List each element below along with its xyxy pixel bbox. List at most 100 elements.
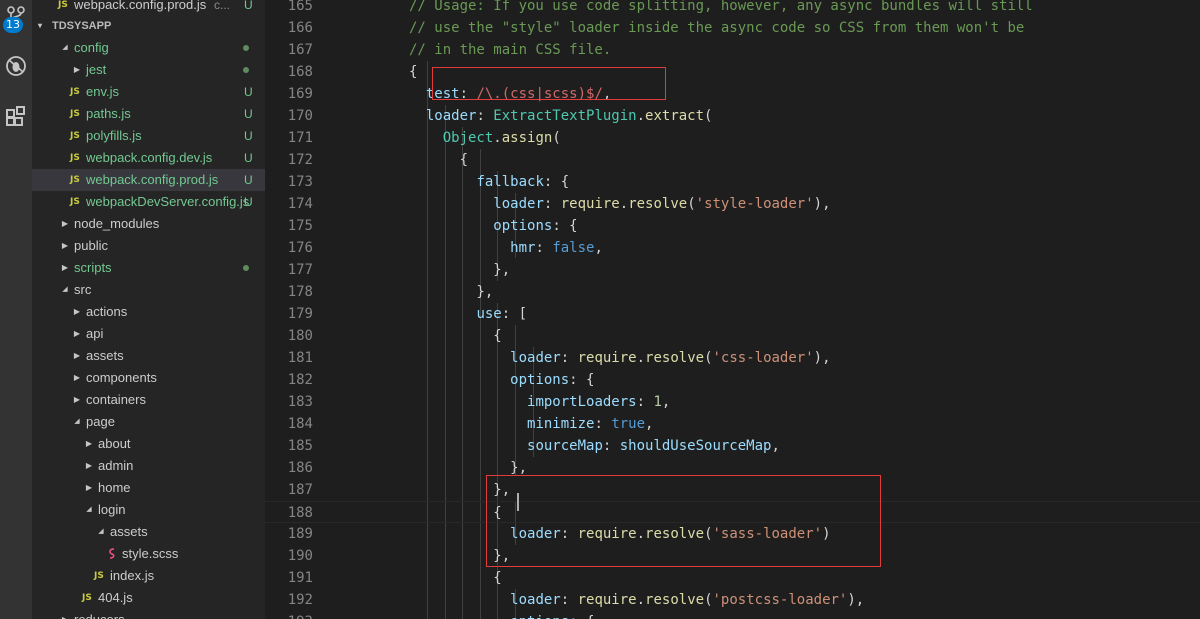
tree-item[interactable]: ◢ page xyxy=(32,411,265,433)
code-line[interactable]: 174 loader: require.resolve('style-loade… xyxy=(265,193,1200,215)
line-number: 190 xyxy=(287,548,313,564)
tree-item[interactable]: JS webpackDevServer.config.js U xyxy=(32,191,265,213)
tree-item[interactable]: ▶ home xyxy=(32,477,265,499)
tree-item[interactable]: ◢ login xyxy=(32,499,265,521)
javascript-file-icon: JS xyxy=(94,571,104,581)
code-line[interactable]: 192 loader: require.resolve('postcss-loa… xyxy=(265,589,1200,611)
tree-item[interactable]: ▶ assets xyxy=(32,345,265,367)
line-number: 178 xyxy=(287,284,313,300)
git-status-badge: U xyxy=(244,173,253,187)
code-text: // Usage: If you use code splitting, how… xyxy=(409,0,1033,17)
code-line[interactable]: 172 { xyxy=(265,149,1200,171)
tree-item[interactable]: ◢ assets xyxy=(32,521,265,543)
chevron-down-icon: ◢ xyxy=(62,44,68,51)
code-line[interactable]: 180 { xyxy=(265,325,1200,347)
code-token: : xyxy=(636,394,654,410)
chevron-down-icon: ◢ xyxy=(86,506,92,513)
line-number: 173 xyxy=(287,174,313,190)
debug-icon[interactable] xyxy=(0,50,32,82)
code-line[interactable]: 179 use: [ xyxy=(265,303,1200,325)
line-number: 172 xyxy=(287,152,313,168)
code-line[interactable]: 173 fallback: { xyxy=(265,171,1200,193)
line-number: 191 xyxy=(287,570,313,586)
tree-item[interactable]: JS webpack.config.prod.js c... U xyxy=(32,0,265,16)
tree-item-label: style.scss xyxy=(122,546,179,561)
code-line[interactable]: 181 loader: require.resolve('css-loader'… xyxy=(265,347,1200,369)
code-line[interactable]: 170 loader: ExtractTextPlugin.extract( xyxy=(265,105,1200,127)
code-line[interactable]: 191 { xyxy=(265,567,1200,589)
code-token: { xyxy=(409,570,502,586)
code-line[interactable]: 169 test: /\.(css|scss)$/, xyxy=(265,83,1200,105)
modified-dot-icon xyxy=(243,265,249,271)
tree-item[interactable]: ▶ containers xyxy=(32,389,265,411)
code-line[interactable]: 182 options: { xyxy=(265,369,1200,391)
tree-item[interactable]: ▶ about xyxy=(32,433,265,455)
code-line[interactable]: 166 // use the "style" loader inside the … xyxy=(265,17,1200,39)
explorer-section-header[interactable]: ▾ TDSYSAPP xyxy=(32,15,265,37)
tree-item[interactable]: ◢ config xyxy=(32,37,265,59)
code-token: : xyxy=(602,438,620,454)
tree-item[interactable]: JS 404.js xyxy=(32,587,265,609)
line-number: 188 xyxy=(287,505,313,521)
code-editor[interactable]: 165 // Usage: If you use code splitting, … xyxy=(265,0,1200,619)
tree-item[interactable]: ▶ public xyxy=(32,235,265,257)
code-line[interactable]: 178 }, xyxy=(265,281,1200,303)
chevron-down-icon: ◢ xyxy=(74,418,80,425)
chevron-down-icon: ◢ xyxy=(62,286,68,293)
scm-badge: 13 xyxy=(3,17,23,33)
code-line[interactable]: 184 minimize: true, xyxy=(265,413,1200,435)
tree-item[interactable]: ▶ node_modules xyxy=(32,213,265,235)
tree-item[interactable]: JS webpack.config.prod.js U xyxy=(32,169,265,191)
tree-item[interactable]: JS webpack.config.dev.js U xyxy=(32,147,265,169)
tree-item[interactable]: ▶ reducers xyxy=(32,609,265,619)
line-number: 170 xyxy=(287,108,313,124)
code-text: // in the main CSS file. xyxy=(409,39,611,61)
code-text: hmr: false, xyxy=(409,237,603,259)
scss-file-icon xyxy=(109,548,115,559)
code-token: ), xyxy=(847,592,865,608)
extensions-icon[interactable] xyxy=(0,100,32,132)
tree-item[interactable]: style.scss xyxy=(32,543,265,565)
code-token: loader xyxy=(510,350,561,366)
tree-item[interactable]: ◢ src xyxy=(32,279,265,301)
code-token: . xyxy=(636,592,646,608)
code-token: // in the main CSS file. xyxy=(409,42,612,58)
code-line[interactable]: 168 { xyxy=(265,61,1200,83)
tree-item[interactable]: JS index.js xyxy=(32,565,265,587)
code-token: options xyxy=(510,614,569,619)
code-line[interactable]: 185 sourceMap: shouldUseSourceMap, xyxy=(265,435,1200,457)
tree-item[interactable]: ▶ actions xyxy=(32,301,265,323)
code-token: importLoaders xyxy=(527,394,637,410)
line-number: 186 xyxy=(287,460,313,476)
tree-item[interactable]: ▶ components xyxy=(32,367,265,389)
code-line[interactable]: 165 // Usage: If you use code splitting, … xyxy=(265,0,1200,17)
code-line[interactable]: 177 }, xyxy=(265,259,1200,281)
code-line[interactable]: 183 importLoaders: 1, xyxy=(265,391,1200,413)
tree-item[interactable]: ▶ jest xyxy=(32,59,265,81)
code-line[interactable]: 167 // in the main CSS file. xyxy=(265,39,1200,61)
code-line[interactable]: 176 hmr: false, xyxy=(265,237,1200,259)
code-token: loader xyxy=(510,592,561,608)
tree-item-label: jest xyxy=(86,62,107,77)
code-token: hmr xyxy=(510,240,536,256)
code-line[interactable]: 193 options: { xyxy=(265,611,1200,619)
source-control-icon[interactable]: 13 xyxy=(0,0,32,33)
line-number: 167 xyxy=(287,42,313,58)
code-token: , xyxy=(661,394,671,410)
tree-item[interactable]: ▶ scripts xyxy=(32,257,265,279)
tree-item[interactable]: JS paths.js U xyxy=(32,103,265,125)
code-line[interactable]: 171 Object.assign( xyxy=(265,127,1200,149)
tree-item-label: paths.js xyxy=(86,106,131,121)
tree-item[interactable]: ▶ api xyxy=(32,323,265,345)
tree-item[interactable]: JS polyfills.js U xyxy=(32,125,265,147)
tree-item[interactable]: ▶ admin xyxy=(32,455,265,477)
code-token: ( xyxy=(687,196,696,212)
tree-item-label: public xyxy=(74,238,108,253)
code-token: }, xyxy=(409,284,494,300)
code-line[interactable]: 175 options: { xyxy=(265,215,1200,237)
tree-item[interactable]: JS env.js U xyxy=(32,81,265,103)
tree-item-label: containers xyxy=(86,392,146,407)
